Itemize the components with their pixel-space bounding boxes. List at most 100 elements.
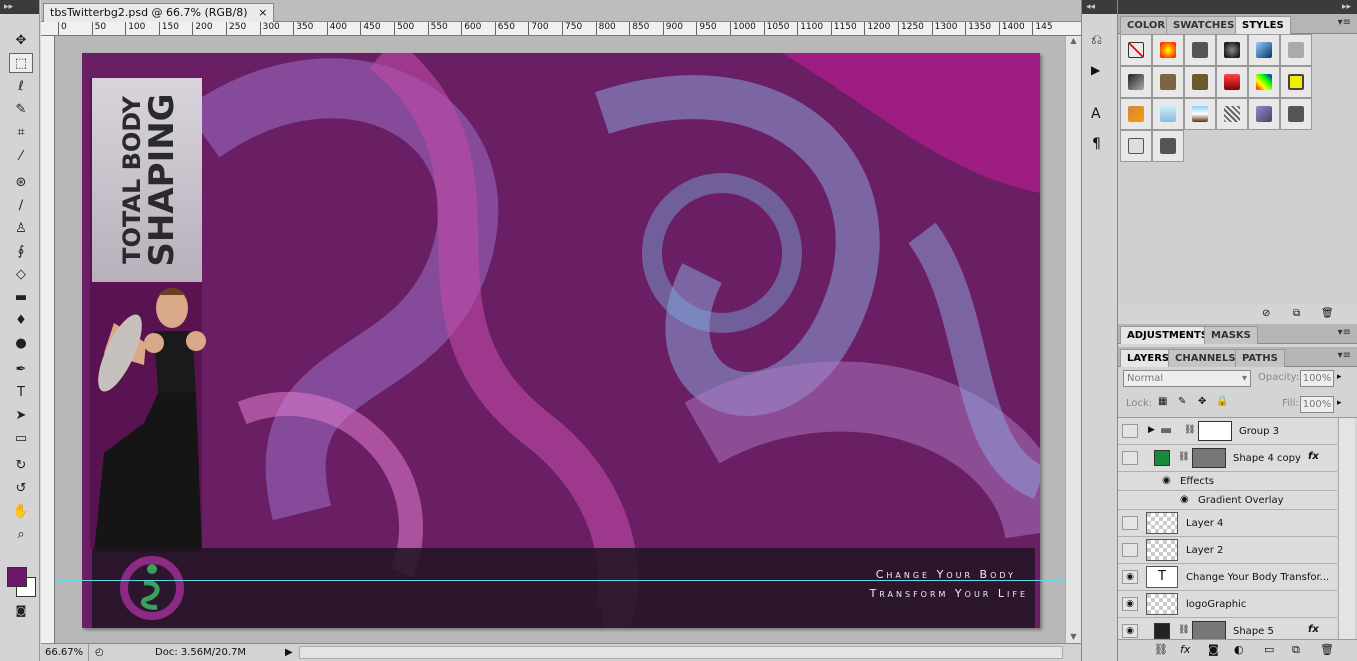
right-panels-header[interactable]: ▸▸: [1118, 0, 1357, 14]
style-15[interactable]: [1216, 98, 1248, 130]
tab-masks[interactable]: MASKS: [1204, 326, 1258, 344]
new-group-icon[interactable]: ▭: [1264, 643, 1274, 656]
tab-swatches[interactable]: SWATCHES: [1166, 16, 1242, 34]
eraser-tool-icon[interactable]: ◇: [9, 264, 33, 284]
lock-move-icon[interactable]: ✥: [1198, 396, 1206, 407]
style-2[interactable]: [1184, 34, 1216, 66]
visibility-toggle[interactable]: [1122, 424, 1138, 438]
style-19[interactable]: [1152, 130, 1184, 162]
adjustment-layer-icon[interactable]: ◐: [1234, 643, 1244, 656]
effects-row[interactable]: ◉ Effects: [1118, 472, 1337, 491]
fill-chevron-icon[interactable]: ▸: [1337, 398, 1342, 408]
layer-row-shape4copy[interactable]: ⛓ Shape 4 copy fx: [1118, 445, 1337, 472]
tools-header[interactable]: ▸▸: [0, 0, 39, 14]
fill-input[interactable]: 100%: [1300, 396, 1334, 413]
type-tool-icon[interactable]: T: [9, 382, 33, 402]
gradient-tool-icon[interactable]: ▬: [9, 287, 33, 307]
horizontal-ruler[interactable]: 0 50 100 150 200 250 300 350 400 450 500 550 600 650 7…: [41, 22, 1081, 36]
new-style-icon[interactable]: ⧉: [1293, 308, 1300, 319]
3d-orbit-tool-icon[interactable]: ↺: [9, 478, 33, 498]
3d-rotate-tool-icon[interactable]: ↻: [9, 455, 33, 475]
add-mask-icon[interactable]: ◙: [1208, 643, 1219, 656]
paragraph-icon[interactable]: ¶: [1092, 136, 1101, 152]
visibility-toggle[interactable]: [1122, 451, 1138, 465]
history-icon[interactable]: ⎌: [1091, 32, 1102, 48]
vertical-ruler[interactable]: [41, 36, 55, 643]
style-13[interactable]: [1152, 98, 1184, 130]
eyedropper-tool-icon[interactable]: ⁄: [9, 146, 33, 166]
style-1[interactable]: [1152, 34, 1184, 66]
lock-all-icon[interactable]: 🔒: [1216, 396, 1228, 407]
layer-row-layer4[interactable]: Layer 4: [1118, 510, 1337, 537]
opacity-input[interactable]: 100%: [1300, 370, 1334, 387]
eye-icon[interactable]: ◉: [1162, 475, 1171, 486]
visibility-toggle[interactable]: ◉: [1122, 624, 1138, 638]
style-14[interactable]: [1184, 98, 1216, 130]
horizontal-scrollbar[interactable]: [299, 646, 1063, 659]
blend-mode-select[interactable]: Normal ▾: [1123, 370, 1251, 387]
path-select-tool-icon[interactable]: ➤: [9, 405, 33, 425]
visibility-toggle[interactable]: ◉: [1122, 570, 1138, 584]
visibility-toggle[interactable]: [1122, 516, 1138, 530]
character-icon[interactable]: A: [1091, 106, 1101, 122]
style-10[interactable]: [1248, 66, 1280, 98]
history-brush-tool-icon[interactable]: ∮: [9, 241, 33, 261]
style-4[interactable]: [1248, 34, 1280, 66]
link-layers-icon[interactable]: ⛓: [1154, 643, 1168, 656]
crop-tool-icon[interactable]: ⌗: [9, 122, 33, 142]
marquee-tool-icon[interactable]: ⬚: [9, 53, 33, 73]
move-tool-icon[interactable]: ✥: [9, 30, 33, 50]
panel-menu-icon[interactable]: ▾≡: [1338, 350, 1351, 361]
lasso-tool-icon[interactable]: ℓ: [9, 76, 33, 96]
eye-icon[interactable]: ◉: [1180, 494, 1189, 505]
stamp-tool-icon[interactable]: ♙: [9, 218, 33, 238]
visibility-toggle[interactable]: [1122, 543, 1138, 557]
actions-icon[interactable]: ▶: [1091, 63, 1100, 77]
quick-mask-icon[interactable]: ◙: [9, 600, 33, 620]
tab-paths[interactable]: PATHS: [1235, 349, 1285, 367]
layer-row-text[interactable]: ◉ T Change Your Body Transfor...: [1118, 564, 1337, 591]
style-3[interactable]: [1216, 34, 1248, 66]
style-8[interactable]: [1184, 66, 1216, 98]
style-16[interactable]: [1248, 98, 1280, 130]
icon-strip-header[interactable]: ◂◂: [1082, 0, 1117, 14]
lock-paint-icon[interactable]: ✎: [1178, 396, 1186, 407]
style-18[interactable]: [1120, 130, 1152, 162]
panel-menu-icon[interactable]: ▾≡: [1338, 17, 1351, 28]
fx-icon[interactable]: fx: [1180, 643, 1190, 656]
new-layer-icon[interactable]: ⧉: [1292, 643, 1300, 657]
style-5[interactable]: [1280, 34, 1312, 66]
pen-tool-icon[interactable]: ✒: [9, 359, 33, 379]
style-9[interactable]: [1216, 66, 1248, 98]
lock-transparency-icon[interactable]: ▦: [1158, 396, 1167, 407]
status-menu-icon[interactable]: ▶: [285, 644, 293, 661]
layer-row-logographic[interactable]: ◉ logoGraphic: [1118, 591, 1337, 618]
trash-icon[interactable]: 🗑: [1321, 308, 1334, 319]
foreground-color-swatch[interactable]: [7, 567, 27, 587]
zoom-tool-icon[interactable]: ⌕: [9, 524, 33, 544]
healing-tool-icon[interactable]: ⊛: [9, 172, 33, 192]
tab-adjustments[interactable]: ADJUSTMENTS: [1120, 326, 1216, 344]
tab-styles[interactable]: STYLES: [1235, 16, 1291, 34]
zoom-level[interactable]: 66.67%: [45, 644, 89, 661]
fx-badge[interactable]: fx: [1308, 451, 1319, 462]
close-icon[interactable]: ×: [258, 4, 267, 22]
document-tab[interactable]: tbsTwitterbg2.psd @ 66.7% (RGB/8) ×: [43, 3, 275, 22]
layer-row-layer2[interactable]: Layer 2: [1118, 537, 1337, 564]
blur-tool-icon[interactable]: ♦: [9, 310, 33, 330]
delete-layer-icon[interactable]: 🗑: [1320, 643, 1334, 656]
delete-style-icon[interactable]: ⊘: [1262, 308, 1270, 319]
tab-color[interactable]: COLOR: [1120, 16, 1173, 34]
style-6[interactable]: [1120, 66, 1152, 98]
panel-menu-icon[interactable]: ▾≡: [1338, 327, 1351, 338]
style-7[interactable]: [1152, 66, 1184, 98]
expand-arrow-icon[interactable]: ▶: [1148, 425, 1155, 435]
opacity-chevron-icon[interactable]: ▸: [1337, 372, 1342, 382]
style-17[interactable]: [1280, 98, 1312, 130]
status-info-icon[interactable]: ◴: [95, 644, 104, 661]
style-12[interactable]: [1120, 98, 1152, 130]
layer-row-group3[interactable]: ▶ ▬ ⛓ Group 3: [1118, 418, 1337, 445]
quick-select-tool-icon[interactable]: ✎: [9, 99, 33, 119]
visibility-toggle[interactable]: ◉: [1122, 597, 1138, 611]
hand-tool-icon[interactable]: ✋: [9, 501, 33, 521]
